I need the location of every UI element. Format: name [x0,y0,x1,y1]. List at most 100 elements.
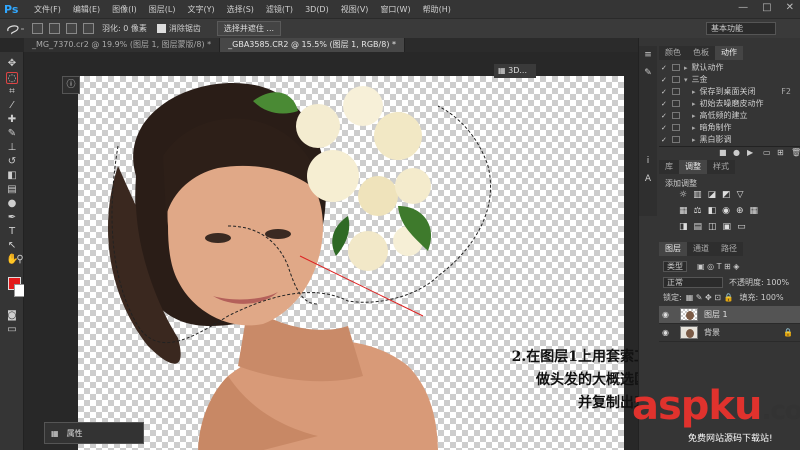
action-item[interactable]: ✓ ▸ 默认动作 [659,62,800,73]
filter-icons[interactable]: ▣ ◎ T ⊞ ◈ [697,262,739,271]
tab-mg7370[interactable]: _MG_7370.cr2 @ 19.9% (图层 1, 图层蒙版/8) * [24,38,221,52]
blur-tool-icon[interactable]: ● [6,198,18,210]
menu-view[interactable]: 视图(V) [341,4,369,15]
color-balance-icon[interactable]: ⚖ [694,206,702,218]
eye-icon[interactable]: ◉ [662,328,672,337]
workspace-select[interactable]: 基本功能 [706,22,776,35]
menu-3d[interactable]: 3D(D) [305,5,329,14]
eraser-tool-icon[interactable]: ◧ [6,170,18,182]
tab-layers[interactable]: 图层 [659,242,687,256]
eyedropper-tool-icon[interactable]: ⁄ [6,100,18,112]
expand-arrow-icon[interactable]: ▸ [692,112,696,120]
maximize-button[interactable]: □ [762,2,771,13]
black-white-icon[interactable]: ◧ [708,206,717,218]
tab-libraries[interactable]: 库 [659,160,679,174]
menu-image[interactable]: 图像(I) [112,4,137,15]
antialias-checkbox[interactable] [156,24,166,33]
action-check-icon[interactable]: ✓ [661,64,668,72]
screen-mode-icon[interactable]: ▭ [6,324,18,336]
expand-arrow-icon[interactable]: ▸ [692,88,696,96]
pen-tool-icon[interactable]: ✒ [6,212,18,224]
type-tool-icon[interactable]: T [6,226,18,238]
dialog-toggle-icon[interactable] [672,100,680,107]
lasso-tool-preset-icon[interactable] [4,22,26,36]
history-brush-icon[interactable]: ↺ [6,156,18,168]
tab-swatches[interactable]: 色板 [687,46,715,60]
exposure-icon[interactable]: ◩ [722,190,731,202]
menu-help[interactable]: 帮助(H) [423,4,451,15]
action-check-icon[interactable]: ✓ [661,76,668,84]
feather-field[interactable]: 羽化: 0 像素 [102,23,147,34]
photo-filter-icon[interactable]: ◉ [722,206,730,218]
fill-field[interactable]: 填充: 100% [740,292,784,303]
action-item[interactable]: ✓ ▸ 高低频的建立 [659,110,800,121]
brightness-icon[interactable]: ☼ [679,190,687,202]
healing-brush-icon[interactable]: ✚ [6,114,18,126]
delete-icon[interactable]: 🗑 [791,148,800,157]
blend-mode-select[interactable]: 正常 [663,276,723,288]
tab-color[interactable]: 颜色 [659,46,687,60]
color-lookup-icon[interactable]: ▦ [750,206,759,218]
action-item[interactable]: ✓ ▸ 保存到桌面关闭 F2 [659,86,800,97]
menu-filter[interactable]: 滤镜(T) [266,4,293,15]
levels-icon[interactable]: ▥ [693,190,702,202]
action-check-icon[interactable]: ✓ [661,100,668,108]
expand-arrow-icon[interactable]: ▸ [692,100,696,108]
tab-styles[interactable]: 样式 [707,160,735,174]
layer-row-background[interactable]: ◉ 背景 🔒 [659,324,800,342]
action-item[interactable]: ✓ ▾ 三金 [659,74,800,85]
dialog-toggle-icon[interactable] [672,112,680,119]
properties-panel[interactable]: ▦ 属性 [44,422,144,444]
document-canvas[interactable]: 2.在图层1上用套索工 做头发的大概选区 并复制出来 [78,76,638,450]
threshold-icon[interactable]: ◫ [708,222,717,234]
expand-arrow-icon[interactable]: ▸ [684,64,688,72]
play-icon[interactable]: ▶ [747,148,753,157]
intersect-selection-icon[interactable] [83,23,94,34]
action-item[interactable]: ✓ ▸ 暗角制作 [659,122,800,133]
tab-paths[interactable]: 路径 [715,242,743,256]
action-item[interactable]: ✓ ▸ 黑白影调 [659,134,800,145]
gradient-map-icon[interactable]: ▭ [737,222,746,234]
dialog-toggle-icon[interactable] [672,64,680,71]
curves-icon[interactable]: ◪ [708,190,717,202]
info-icon[interactable]: ⓘ [62,76,80,94]
select-and-mask-button[interactable]: 选择并遮住 ... [216,21,282,36]
3d-float-widget[interactable]: ▦ 3D... [494,64,536,78]
expand-arrow-icon[interactable]: ▸ [692,124,696,132]
close-button[interactable]: ✕ [786,2,794,13]
lock-icons[interactable]: ▦ ✎ ✥ ⊡ 🔒 [686,293,734,302]
quick-mask-icon[interactable]: ◙ [6,310,18,322]
history-panel-icon[interactable]: ≡ [642,50,654,62]
expand-arrow-icon[interactable]: ▸ [692,136,696,144]
opacity-field[interactable]: 不透明度: 100% [729,277,789,288]
eye-icon[interactable]: ◉ [662,310,672,319]
action-item[interactable]: ✓ ▸ 初始去噪磨皮动作 [659,98,800,109]
path-select-icon[interactable]: ↖ [6,240,18,252]
hue-saturation-icon[interactable]: ▦ [679,206,688,218]
selective-color-icon[interactable]: ▣ [723,222,732,234]
action-check-icon[interactable]: ✓ [661,112,668,120]
action-check-icon[interactable]: ✓ [661,136,668,144]
record-icon[interactable]: ● [733,148,740,157]
menu-type[interactable]: 文字(Y) [187,4,214,15]
brush-tool-icon[interactable]: ✎ [6,128,18,140]
menu-select[interactable]: 选择(S) [227,4,254,15]
info-panel-icon[interactable]: i [642,156,654,168]
new-selection-icon[interactable] [32,23,43,34]
tab-adjustments[interactable]: 调整 [679,160,707,174]
menu-file[interactable]: 文件(F) [34,4,61,15]
lasso-tool-icon[interactable]: ◌ [6,72,18,84]
crop-tool-icon[interactable]: ⌗ [6,86,18,98]
channel-mixer-icon[interactable]: ⊕ [736,206,744,218]
tab-actions[interactable]: 动作 [715,46,743,60]
dialog-toggle-icon[interactable] [672,136,680,143]
character-panel-icon[interactable]: A [642,174,654,186]
layer-row-layer1[interactable]: ◉ 图层 1 [659,306,800,324]
brush-panel-icon[interactable]: ✎ [642,68,654,80]
gradient-tool-icon[interactable]: ▤ [6,184,18,196]
layer-kind-select[interactable]: 类型 [663,260,687,272]
stop-record-icon[interactable]: ■ [719,148,727,157]
action-check-icon[interactable]: ✓ [661,124,668,132]
new-action-icon[interactable]: ⊞ [777,148,784,157]
menu-window[interactable]: 窗口(W) [380,4,410,15]
